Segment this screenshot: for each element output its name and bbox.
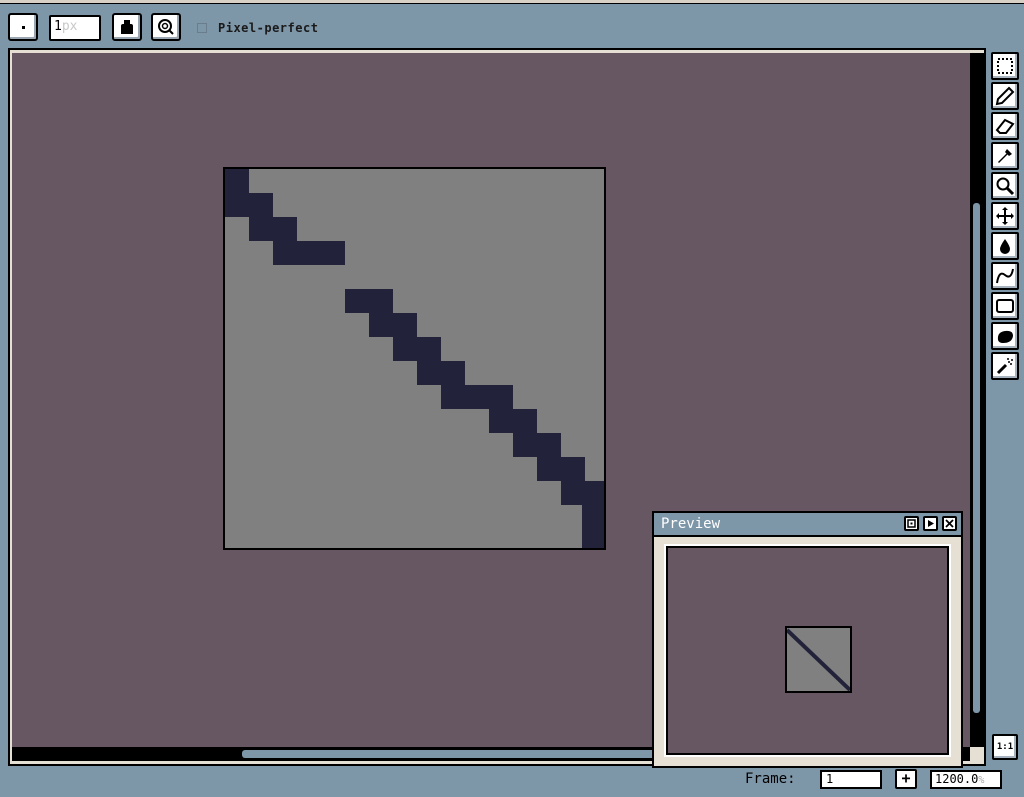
- preview-sprite: [785, 626, 852, 693]
- play-icon: [928, 520, 934, 527]
- blur-tool-button[interactable]: [991, 352, 1019, 380]
- zoom-unit: %: [978, 775, 985, 786]
- zoom-reset-button[interactable]: 1:1: [992, 734, 1018, 760]
- move-tool-button[interactable]: [991, 202, 1019, 230]
- marquee-tool-button[interactable]: [991, 52, 1019, 80]
- vertical-scroll-thumb[interactable]: [973, 203, 980, 713]
- spray-icon: [996, 358, 1013, 375]
- paint-drop-icon: [1000, 239, 1010, 254]
- target-icon: [158, 19, 174, 35]
- brush-type-button[interactable]: [8, 13, 38, 41]
- brush-size-value: 1: [54, 19, 62, 34]
- curve-icon: [996, 268, 1014, 284]
- vertical-scrollbar[interactable]: [970, 53, 984, 747]
- add-frame-button[interactable]: +: [895, 769, 917, 789]
- ink-bottle-icon: [121, 20, 133, 34]
- stroke-pixel: [345, 289, 393, 313]
- stroke-pixel: [297, 241, 345, 265]
- rectangle-tool-button[interactable]: [991, 292, 1019, 320]
- preview-title: Preview: [661, 516, 721, 532]
- brush-size-unit: px: [61, 19, 78, 34]
- eyedropper-tool-button[interactable]: [991, 142, 1019, 170]
- zoom-value: 1200.0: [935, 772, 979, 786]
- zoom-tool-button[interactable]: [991, 172, 1019, 200]
- preview-stroke: [787, 628, 850, 691]
- stroke-pixel: [582, 481, 604, 548]
- eraser-tool-button[interactable]: [991, 112, 1019, 140]
- pencil-tool-button[interactable]: [991, 82, 1019, 110]
- stroke-pixel: [537, 433, 561, 481]
- marquee-icon: [997, 58, 1013, 74]
- contour-tool-button[interactable]: [991, 322, 1019, 350]
- stroke-pixel: [441, 361, 465, 409]
- zoom-field[interactable]: 1200.0%: [930, 770, 1002, 789]
- preview-viewport[interactable]: [664, 544, 951, 757]
- stroke-pixel: [417, 337, 441, 385]
- preview-play-button[interactable]: [923, 516, 938, 531]
- pencil-icon: [995, 86, 1015, 106]
- curve-tool-button[interactable]: [991, 262, 1019, 290]
- sprite-canvas[interactable]: [223, 167, 606, 550]
- preview-close-button[interactable]: [942, 516, 957, 531]
- stroke-pixel: [393, 313, 417, 361]
- frame-label: Frame:: [745, 771, 796, 787]
- center-icon: [907, 519, 916, 528]
- paint-bucket-tool-button[interactable]: [991, 232, 1019, 260]
- eyedropper-icon: [998, 149, 1012, 163]
- pixel-perfect-label: Pixel-perfect: [218, 21, 319, 35]
- ink-button[interactable]: [112, 13, 142, 41]
- preview-center-button[interactable]: [904, 516, 919, 531]
- close-icon: [945, 519, 954, 528]
- window-top-edge: [0, 0, 1024, 4]
- frame-field[interactable]: 1: [820, 770, 882, 789]
- horizontal-scroll-thumb[interactable]: [242, 750, 662, 758]
- stroke-pixel: [489, 385, 513, 433]
- symmetry-button[interactable]: [151, 13, 181, 41]
- stroke-pixel: [249, 193, 273, 241]
- stroke-pixel: [273, 217, 297, 265]
- preview-window: Preview: [652, 511, 963, 768]
- eraser-icon: [995, 118, 1015, 134]
- stroke-pixel: [513, 409, 537, 457]
- magnifier-icon: [996, 177, 1015, 196]
- blob-icon: [997, 330, 1013, 343]
- preview-titlebar[interactable]: Preview: [654, 513, 961, 537]
- move-arrows-icon: [996, 207, 1014, 225]
- brush-dot-icon: [21, 25, 25, 29]
- stroke-pixel: [225, 169, 249, 217]
- brush-size-field[interactable]: 1px: [49, 15, 101, 41]
- rectangle-icon: [996, 299, 1014, 313]
- pixel-perfect-checkbox[interactable]: [197, 23, 207, 33]
